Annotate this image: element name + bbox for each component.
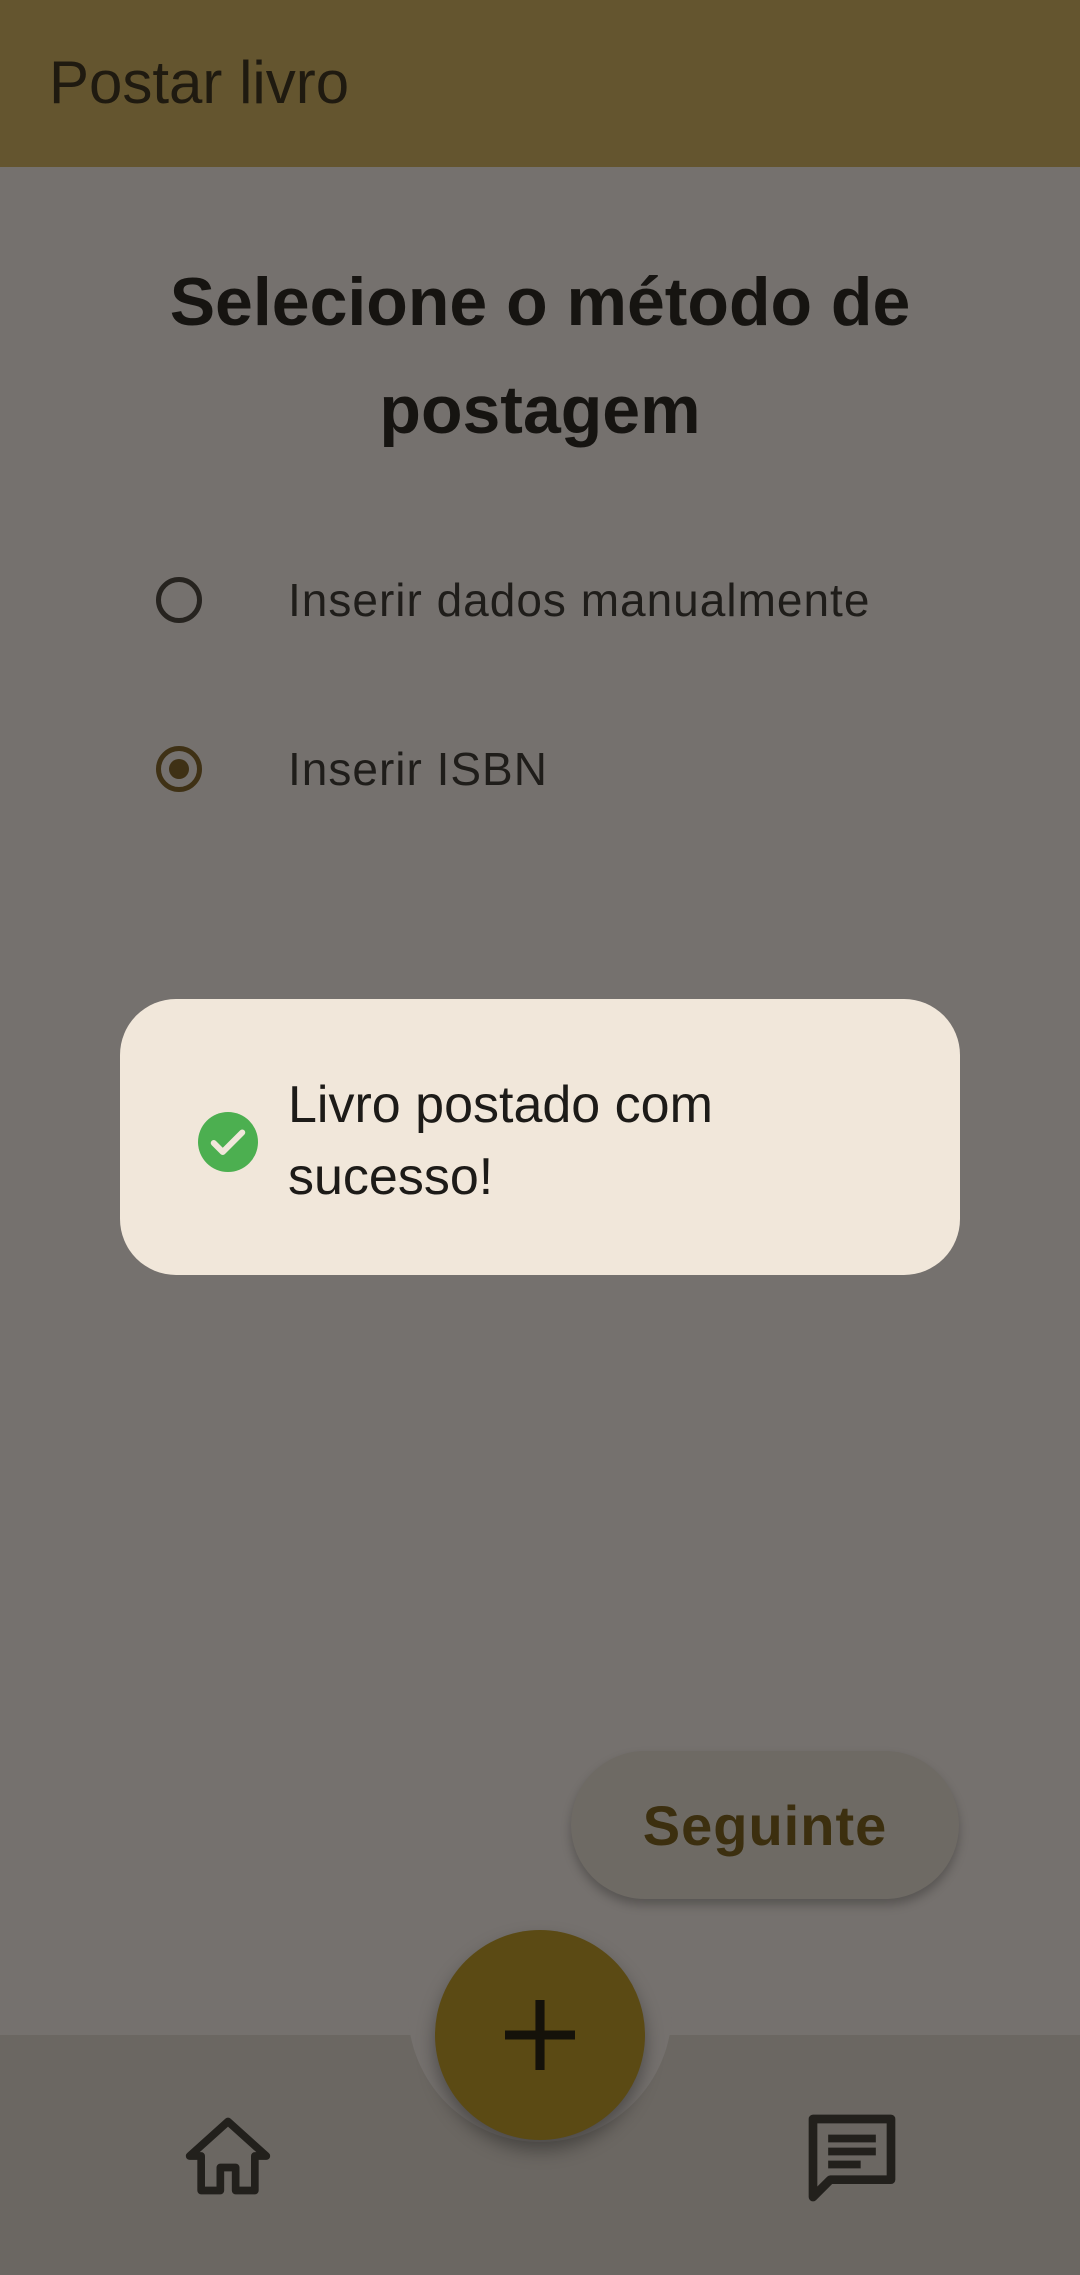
- add-book-fab[interactable]: [435, 1930, 645, 2140]
- radio-selected-dot: [169, 759, 189, 779]
- check-circle-icon: [198, 1112, 258, 1172]
- app-bar: Postar livro: [0, 0, 1080, 167]
- option-isbn[interactable]: Inserir ISBN: [150, 719, 970, 819]
- radio-isbn[interactable]: [156, 746, 202, 792]
- toast-message: Livro postado com sucesso!: [288, 1076, 713, 1206]
- option-isbn-label: Inserir ISBN: [288, 743, 548, 795]
- home-icon[interactable]: [182, 2110, 274, 2202]
- method-heading: Selecione o método de postagem: [169, 264, 911, 448]
- page-title: Postar livro: [49, 49, 350, 116]
- option-manual[interactable]: Inserir dados manualmente: [150, 550, 970, 650]
- add-icon: [505, 2000, 575, 2070]
- chat-icon[interactable]: [800, 2106, 904, 2210]
- option-manual-label: Inserir dados manualmente: [288, 574, 871, 626]
- radio-manual[interactable]: [156, 577, 202, 623]
- success-toast: Livro postado com sucesso!: [120, 999, 960, 1275]
- next-button[interactable]: Seguinte: [571, 1751, 959, 1899]
